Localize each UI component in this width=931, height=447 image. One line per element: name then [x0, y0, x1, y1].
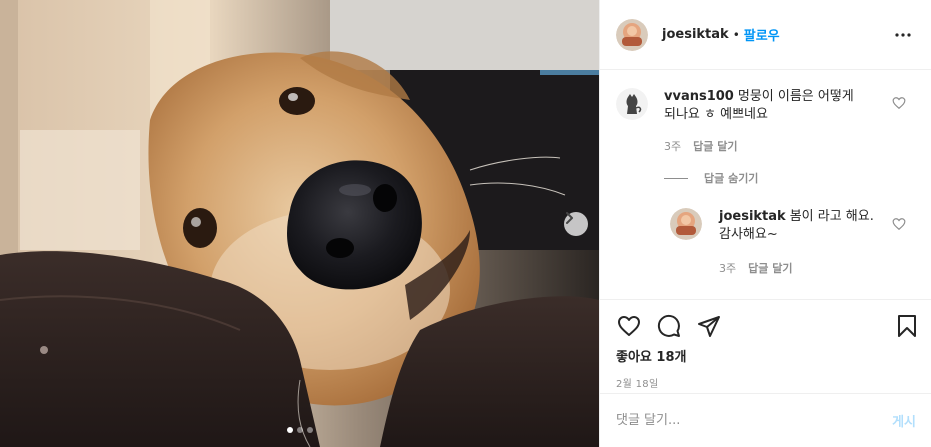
add-comment-bar: 게시 — [600, 393, 931, 447]
like-button[interactable] — [616, 313, 642, 339]
reply-button[interactable]: 답글 달기 — [693, 138, 737, 154]
comment-input[interactable] — [616, 413, 893, 428]
likes-count[interactable]: 좋아요 18개 — [600, 342, 931, 365]
save-button[interactable] — [894, 313, 920, 339]
hide-replies-label: 답글 숨기기 — [704, 172, 759, 185]
carousel-dot — [296, 427, 303, 433]
reply-item: joesiktak 봄이 라고 해요. 감사해요~ — [670, 208, 889, 244]
hide-replies-line — [664, 177, 688, 179]
post-comment-button[interactable]: 게시 — [892, 411, 916, 430]
comments-list: vvans100 멍뭉이 이름은 어떻게 되나요 ㅎ 예쁘네요 3주 답글 달기 … — [600, 71, 931, 299]
heart-icon — [892, 218, 906, 231]
avatar-image — [616, 88, 648, 120]
carousel-dot — [286, 427, 293, 433]
post-date[interactable]: 2월 18일 — [600, 365, 931, 390]
share-button[interactable] — [696, 313, 722, 339]
comment-meta: 3주 답글 달기 — [664, 138, 737, 154]
comment-text-block: vvans100 멍뭉이 이름은 어떻게 되나요 ㅎ 예쁘네요 — [664, 88, 864, 124]
comment-like-button[interactable] — [892, 96, 906, 110]
more-options-button[interactable] — [891, 23, 915, 47]
reply-to-reply-button[interactable]: 답글 달기 — [748, 260, 792, 276]
post-modal: joesiktak • 팔로우 vvans100 멍뭉이 이름은 어떻게 되나요… — [0, 0, 931, 447]
avatar-image — [616, 18, 648, 51]
comment-username[interactable]: vvans100 — [664, 89, 734, 104]
author-avatar[interactable] — [616, 18, 648, 51]
heart-icon — [618, 316, 640, 336]
comment-bubble-icon — [657, 314, 680, 337]
commenter-avatar[interactable] — [616, 88, 648, 120]
reply-username[interactable]: joesiktak — [719, 209, 786, 224]
carousel-dot — [306, 427, 313, 433]
heart-icon — [892, 97, 906, 110]
dog-photo-image — [0, 0, 599, 447]
post-photo[interactable] — [0, 0, 599, 447]
post-side-panel: joesiktak • 팔로우 vvans100 멍뭉이 이름은 어떻게 되나요… — [599, 0, 931, 447]
comment-time: 3주 — [664, 140, 682, 153]
reply-meta: 3주 답글 달기 — [719, 260, 792, 276]
follow-button[interactable]: 팔로우 — [744, 25, 780, 44]
post-actions: 좋아요 18개 2월 18일 — [600, 299, 931, 390]
action-icon-row — [600, 300, 931, 342]
next-image-button[interactable] — [564, 212, 588, 236]
avatar-image — [670, 208, 702, 240]
author-username[interactable]: joesiktak — [662, 27, 729, 42]
header-separator: • — [732, 27, 740, 42]
comment-item: vvans100 멍뭉이 이름은 어떻게 되나요 ㅎ 예쁘네요 — [616, 88, 864, 124]
paper-plane-icon — [698, 316, 720, 337]
reply-time: 3주 — [719, 262, 737, 275]
hide-replies-button[interactable]: 답글 숨기기 — [664, 170, 758, 186]
carousel-indicator — [0, 427, 599, 433]
more-horizontal-icon — [895, 32, 911, 37]
post-header: joesiktak • 팔로우 — [600, 0, 931, 70]
reply-like-button[interactable] — [892, 217, 906, 231]
bookmark-icon — [898, 315, 916, 337]
reply-text-block: joesiktak 봄이 라고 해요. 감사해요~ — [719, 208, 889, 244]
comment-button[interactable] — [656, 313, 682, 339]
reply-author-avatar[interactable] — [670, 208, 702, 240]
chevron-right-icon — [566, 212, 573, 224]
